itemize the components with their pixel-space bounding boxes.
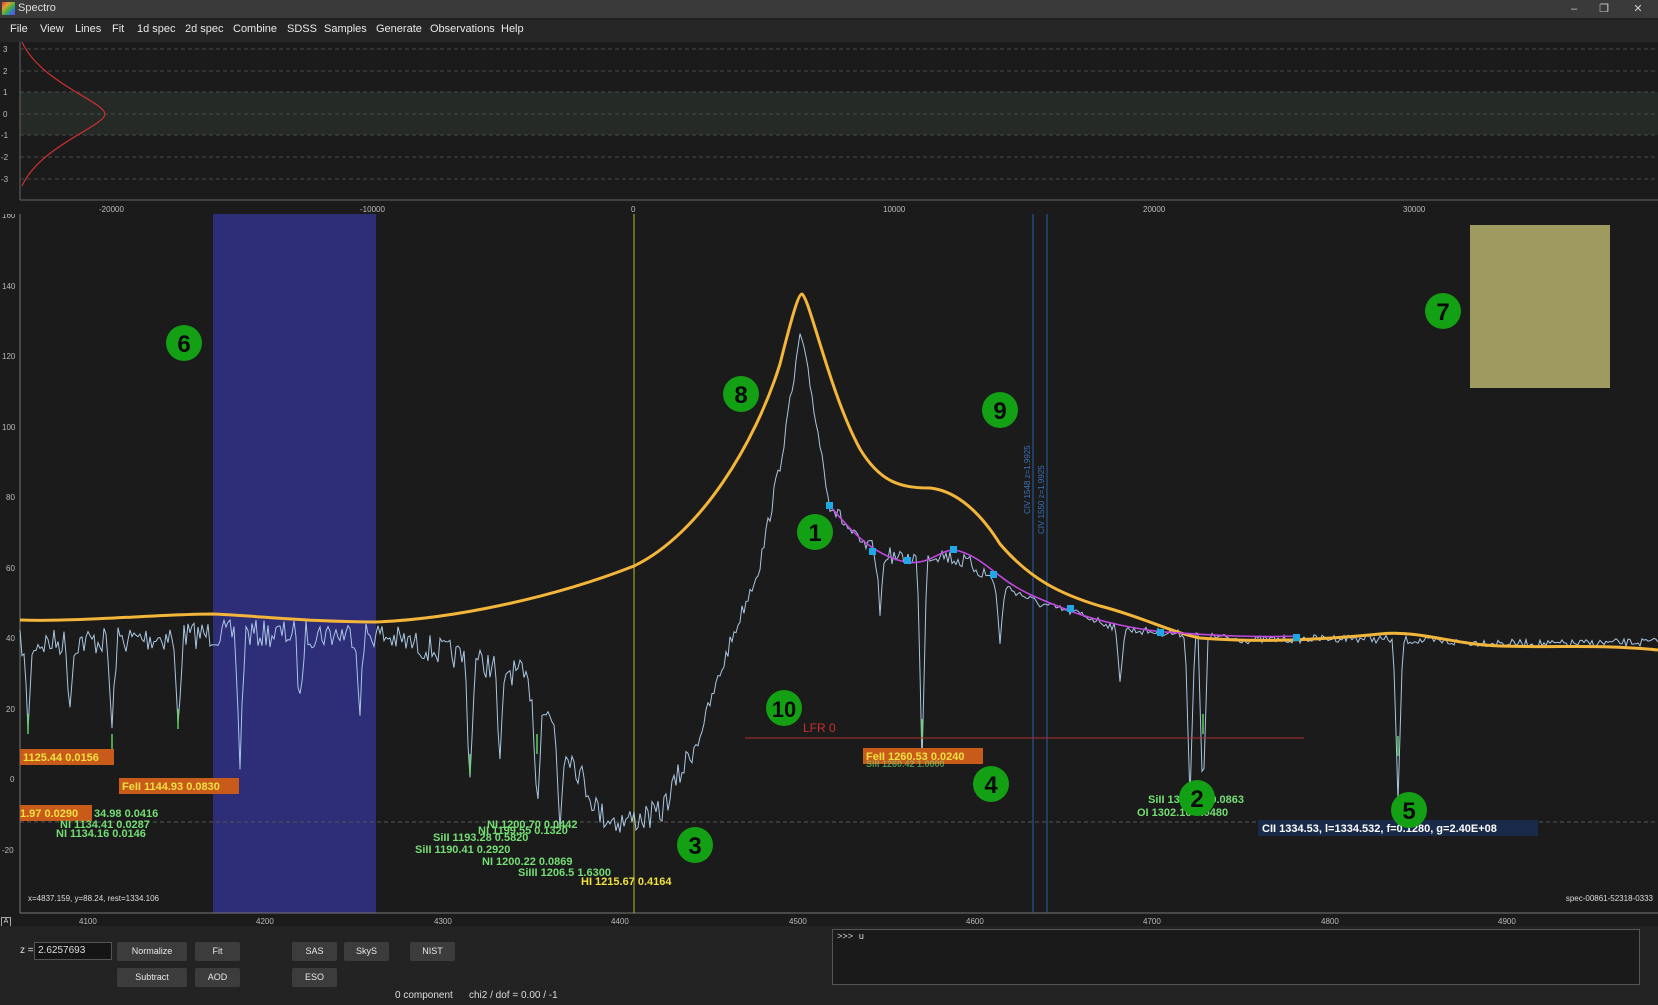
y-tick: 120 — [2, 352, 16, 361]
cursor-info: x=4837.159, y=88.24, rest=1334.106 — [28, 894, 160, 903]
marker-label: 3 — [688, 833, 701, 860]
fit-button[interactable]: Fit — [195, 942, 240, 961]
line-label-highlight[interactable]: 1125.44 0.0156 — [23, 752, 99, 764]
x-tick: 4700 — [1143, 917, 1161, 926]
marker-label: 5 — [1402, 798, 1415, 825]
menu-2d-spec[interactable]: 2d spec — [185, 23, 224, 35]
window-title: Spectro — [18, 2, 56, 14]
menu-help[interactable]: Help — [501, 23, 524, 35]
spectrum-name: spec-00861-52318-0333 — [1566, 894, 1654, 903]
y-tick: 60 — [6, 564, 15, 573]
menu-sdss[interactable]: SDSS — [287, 23, 317, 35]
top-y-tick: 1 — [3, 88, 8, 97]
line-label[interactable]: OI 1302.16 0.0480 — [1137, 807, 1228, 819]
marker-label: 6 — [177, 331, 190, 358]
x-tick: 4200 — [256, 917, 274, 926]
z-label: z = — [20, 945, 34, 956]
menu-view[interactable]: View — [40, 23, 64, 35]
marker-label: 8 — [734, 382, 747, 409]
top-y-tick: 3 — [3, 45, 8, 54]
y-tick: 20 — [6, 705, 15, 714]
close-button[interactable]: ✕ — [1626, 1, 1650, 17]
top-y-tick: -3 — [1, 175, 9, 184]
line-tooltip: CII 1334.53, l=1334.532, f=0.1280, g=2.4… — [1262, 823, 1497, 835]
fit-points[interactable] — [826, 502, 1300, 641]
y-tick: 100 — [2, 423, 16, 432]
menu-file[interactable]: File — [10, 23, 28, 35]
line-label[interactable]: SiII 1260.42 1.0000 — [866, 759, 945, 769]
restore-button[interactable]: ❐ — [1592, 1, 1616, 17]
top-y-tick: 2 — [3, 67, 8, 76]
marker-label: 1 — [808, 520, 821, 547]
x-tick: 4900 — [1498, 917, 1516, 926]
minimize-button[interactable]: – — [1562, 1, 1586, 17]
nist-button[interactable]: NIST — [410, 942, 455, 961]
menu-bar: File View Lines Fit 1d spec 2d spec Comb… — [0, 20, 1658, 42]
title-bar: Spectro – ❐ ✕ — [0, 0, 1658, 18]
top-x-tick: -20000 — [99, 205, 124, 214]
marker-label: 2 — [1190, 786, 1203, 813]
marker-label: 7 — [1436, 299, 1449, 326]
sas-button[interactable]: SAS — [292, 942, 337, 961]
masked-region[interactable] — [213, 214, 376, 913]
civ-1548-label: CIV 1548 z=1.9925 — [1023, 445, 1032, 514]
civ-1550-label: CIV 1550 z=1.9925 — [1037, 465, 1046, 534]
normalize-button[interactable]: Normalize — [117, 942, 187, 961]
menu-1d-spec[interactable]: 1d spec — [137, 23, 176, 35]
python-console[interactable]: >>> u — [832, 929, 1640, 985]
top-x-tick: 30000 — [1403, 205, 1426, 214]
x-tick: 4500 — [789, 917, 807, 926]
component-count: 0 component — [395, 990, 453, 1001]
eso-button[interactable]: ESO — [292, 968, 337, 987]
marker-label: 10 — [772, 697, 796, 722]
skys-button[interactable]: SkyS — [344, 942, 389, 961]
top-x-tick: -10000 — [360, 205, 385, 214]
subtract-button[interactable]: Subtract — [117, 968, 187, 987]
y-tick: -20 — [2, 846, 14, 855]
marker-label: 9 — [993, 398, 1006, 425]
marker-label: 4 — [984, 772, 998, 799]
menu-fit[interactable]: Fit — [112, 23, 124, 35]
menu-lines[interactable]: Lines — [75, 23, 101, 35]
line-label[interactable]: NI 1134.16 0.0146 — [56, 828, 146, 840]
chi2-status: chi2 / dof = 0.00 / -1 — [469, 990, 558, 1001]
aod-button[interactable]: AOD — [195, 968, 240, 987]
x-tick: 4300 — [434, 917, 452, 926]
top-y-tick: -2 — [1, 153, 9, 162]
menu-observations[interactable]: Observations — [430, 23, 495, 35]
line-label[interactable]: SiII 1190.41 0.2920 — [415, 844, 510, 856]
line-label[interactable]: SiII 1193.28 0.5820 — [433, 832, 528, 844]
top-x-tick: 20000 — [1143, 205, 1166, 214]
selection-box[interactable] — [1470, 225, 1610, 388]
x-tick: 4600 — [966, 917, 984, 926]
top-y-tick: 0 — [3, 110, 8, 119]
spectrum-plot[interactable]: CIV 1548 z=1.9925 CIV 1550 z=1.9925 LFR … — [0, 211, 1658, 926]
menu-generate[interactable]: Generate — [376, 23, 422, 35]
app-icon — [2, 2, 15, 15]
top-x-tick: 0 — [631, 205, 636, 214]
redshift-input[interactable]: 2.6257693 — [34, 942, 112, 960]
menu-samples[interactable]: Samples — [324, 23, 367, 35]
y-tick: 0 — [10, 775, 15, 784]
y-tick: 40 — [6, 634, 15, 643]
y-tick: 80 — [6, 493, 15, 502]
x-tick: 4400 — [611, 917, 629, 926]
line-label-highlight[interactable]: FeII 1144.93 0.0830 — [122, 781, 220, 793]
lfr-label: LFR 0 — [803, 721, 836, 735]
top-x-tick: 10000 — [883, 205, 906, 214]
x-tick: 4100 — [79, 917, 97, 926]
y-tick: 140 — [2, 282, 16, 291]
residual-plot[interactable]: 3 2 1 0 -1 -2 -3 -20000 -10000 0 10000 2… — [0, 41, 1658, 214]
top-y-tick: -1 — [1, 131, 9, 140]
x-tick: 4800 — [1321, 917, 1339, 926]
y-tick: 160 — [2, 214, 16, 220]
menu-combine[interactable]: Combine — [233, 23, 277, 35]
hi-line-label[interactable]: HI 1215.67 0.4164 — [581, 876, 672, 888]
fit-curve — [829, 505, 1301, 638]
